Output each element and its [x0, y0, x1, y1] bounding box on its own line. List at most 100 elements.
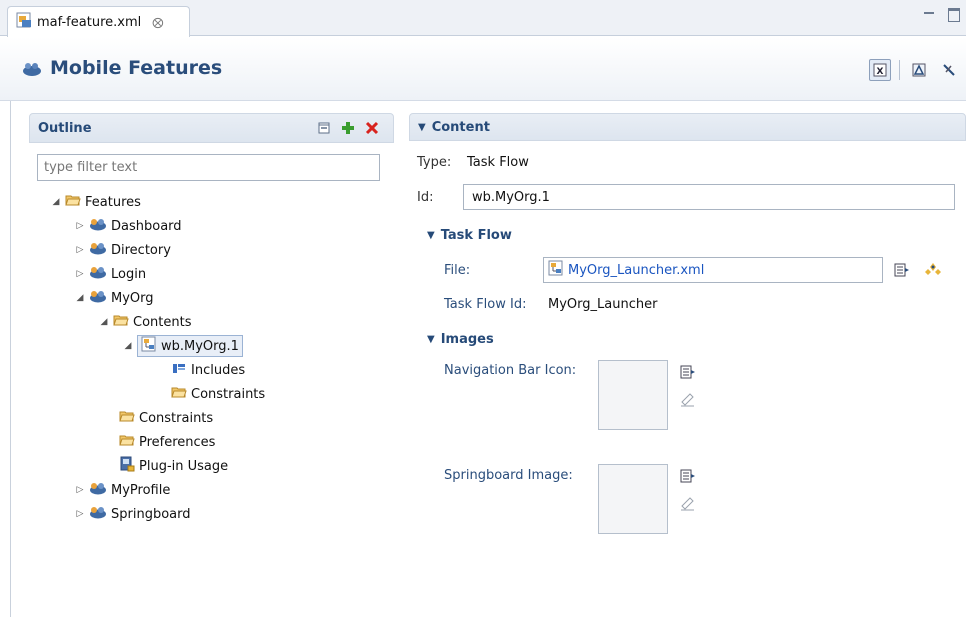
plugin-icon: [119, 456, 135, 476]
file-link[interactable]: MyOrg_Launcher.xml: [568, 263, 704, 278]
feature-icon: [89, 265, 107, 283]
includes-icon: [171, 361, 187, 379]
taskflow-icon: [141, 336, 157, 356]
expanded-arrow-icon[interactable]: ◢: [75, 293, 85, 303]
folder-open-icon: [119, 409, 135, 427]
springboard-image-label: Springboard Image:: [444, 468, 573, 483]
tree-node-myorg[interactable]: ◢ MyOrg: [75, 287, 154, 309]
tree-node-label-selected: wb.MyOrg.1: [137, 335, 243, 357]
tab-maf-feature-xml[interactable]: maf-feature.xml ⨂: [7, 6, 190, 37]
file-field[interactable]: MyOrg_Launcher.xml: [543, 257, 883, 283]
clear-image-icon[interactable]: [680, 496, 696, 512]
xml-source-view-icon[interactable]: X: [869, 59, 891, 81]
tree-node-label: Constraints: [191, 386, 266, 402]
tree-node-label: Features: [85, 194, 141, 210]
tree-node-label: MyOrg: [111, 290, 154, 306]
editor-left-border: [10, 101, 11, 617]
page-title: Mobile Features: [50, 57, 223, 79]
collapse-arrow-icon[interactable]: ▼: [427, 334, 435, 345]
content-title: Content: [431, 119, 490, 135]
task-flow-title: Task Flow: [440, 228, 512, 243]
mobile-features-icon: [22, 61, 42, 81]
tree-node-directory[interactable]: ▷ Directory: [75, 239, 171, 261]
tree-node-preferences[interactable]: Preferences: [119, 431, 215, 453]
tree-node-contents[interactable]: ◢ Contents: [99, 311, 192, 333]
tree-node-label: Includes: [191, 362, 246, 378]
navigation-bar-icon-label: Navigation Bar Icon:: [444, 363, 577, 378]
maximize-icon[interactable]: [946, 6, 960, 22]
collapsed-arrow-icon[interactable]: ▷: [75, 509, 85, 519]
collapsed-arrow-icon[interactable]: ▷: [75, 221, 85, 231]
outline-header: Outline: [29, 113, 394, 143]
tree-node-constraints-taskflow[interactable]: Constraints: [171, 383, 265, 405]
tree-node-springboard[interactable]: ▷ Springboard: [75, 503, 191, 525]
browse-file-icon[interactable]: [894, 262, 910, 278]
images-title: Images: [440, 332, 494, 347]
navigation-bar-icon-preview[interactable]: [598, 360, 668, 430]
toolbar-separator: [899, 60, 900, 80]
create-taskflow-icon[interactable]: [924, 262, 941, 278]
tree-node-label: Preferences: [139, 434, 216, 450]
task-flow-id-value: MyOrg_Launcher: [548, 297, 658, 312]
task-flow-id-label: Task Flow Id:: [444, 297, 527, 312]
add-icon[interactable]: [341, 121, 355, 139]
folder-open-icon: [119, 433, 135, 451]
close-icon[interactable]: ⨂: [152, 16, 163, 29]
springboard-image-preview[interactable]: [598, 464, 668, 534]
id-label: Id:: [417, 190, 434, 205]
expanded-arrow-icon[interactable]: ◢: [123, 341, 133, 351]
taskflow-icon: [548, 260, 564, 280]
tree-node-wb-myorg-1[interactable]: ◢ wb.MyOrg.1: [123, 335, 243, 357]
browse-image-icon[interactable]: [680, 364, 696, 380]
collapse-arrow-icon[interactable]: ▼: [418, 122, 426, 133]
tree-node-includes[interactable]: Includes: [171, 359, 245, 381]
expanded-arrow-icon[interactable]: ◢: [51, 197, 61, 207]
editor-header: Mobile Features X: [0, 37, 966, 101]
content-section-header[interactable]: ▼ Content: [409, 113, 966, 141]
feature-icon: [89, 505, 107, 523]
browse-image-icon[interactable]: [680, 468, 696, 484]
delete-icon[interactable]: [365, 121, 379, 139]
tree-node-login[interactable]: ▷ Login: [75, 263, 147, 285]
editor-tab-bar: maf-feature.xml ⨂: [0, 0, 966, 37]
folder-open-icon: [65, 193, 81, 211]
svg-text:X: X: [877, 67, 884, 77]
tree-node-plugin-usage[interactable]: Plug-in Usage: [119, 455, 228, 477]
tree-node-myprofile[interactable]: ▷ MyProfile: [75, 479, 171, 501]
images-section-header[interactable]: ▼ Images: [427, 332, 494, 347]
collapse-all-icon[interactable]: [317, 121, 331, 139]
task-flow-section-header[interactable]: ▼ Task Flow: [427, 228, 512, 243]
expanded-arrow-icon[interactable]: ◢: [99, 317, 109, 327]
feature-icon: [89, 217, 107, 235]
folder-open-icon: [113, 313, 129, 331]
tab-label: maf-feature.xml: [37, 14, 142, 30]
feature-icon: [89, 481, 107, 499]
content-panel: ▼ Content Type: Task Flow Id: ▼ Task Flo…: [409, 113, 966, 617]
outline-panel: Outline ◢ Features ▷ Dashboard: [29, 113, 394, 617]
feature-icon: [89, 241, 107, 259]
tree-node-label: MyProfile: [111, 482, 171, 498]
xml-file-icon: [16, 12, 32, 32]
file-label: File:: [444, 263, 471, 278]
collapse-arrow-icon[interactable]: ▼: [427, 230, 435, 241]
deploy-icon[interactable]: [908, 59, 930, 81]
tree-node-label: Directory: [111, 242, 171, 258]
tree-node-label: Dashboard: [111, 218, 182, 234]
tree-node-label: Plug-in Usage: [139, 458, 229, 474]
folder-open-icon: [171, 385, 187, 403]
type-value: Task Flow: [467, 155, 529, 170]
tree-node-label: Constraints: [139, 410, 214, 426]
tools-icon[interactable]: [938, 59, 960, 81]
tree-node-constraints[interactable]: Constraints: [119, 407, 213, 429]
filter-input[interactable]: [37, 154, 380, 181]
tree-node-dashboard[interactable]: ▷ Dashboard: [75, 215, 182, 237]
minimize-icon[interactable]: [922, 6, 936, 20]
clear-image-icon[interactable]: [680, 392, 696, 408]
tree-node-features[interactable]: ◢ Features: [51, 191, 141, 213]
tree-node-label: Contents: [133, 314, 192, 330]
tree-node-text: wb.MyOrg.1: [161, 338, 239, 354]
collapsed-arrow-icon[interactable]: ▷: [75, 269, 85, 279]
collapsed-arrow-icon[interactable]: ▷: [75, 245, 85, 255]
id-field[interactable]: [463, 184, 955, 210]
collapsed-arrow-icon[interactable]: ▷: [75, 485, 85, 495]
